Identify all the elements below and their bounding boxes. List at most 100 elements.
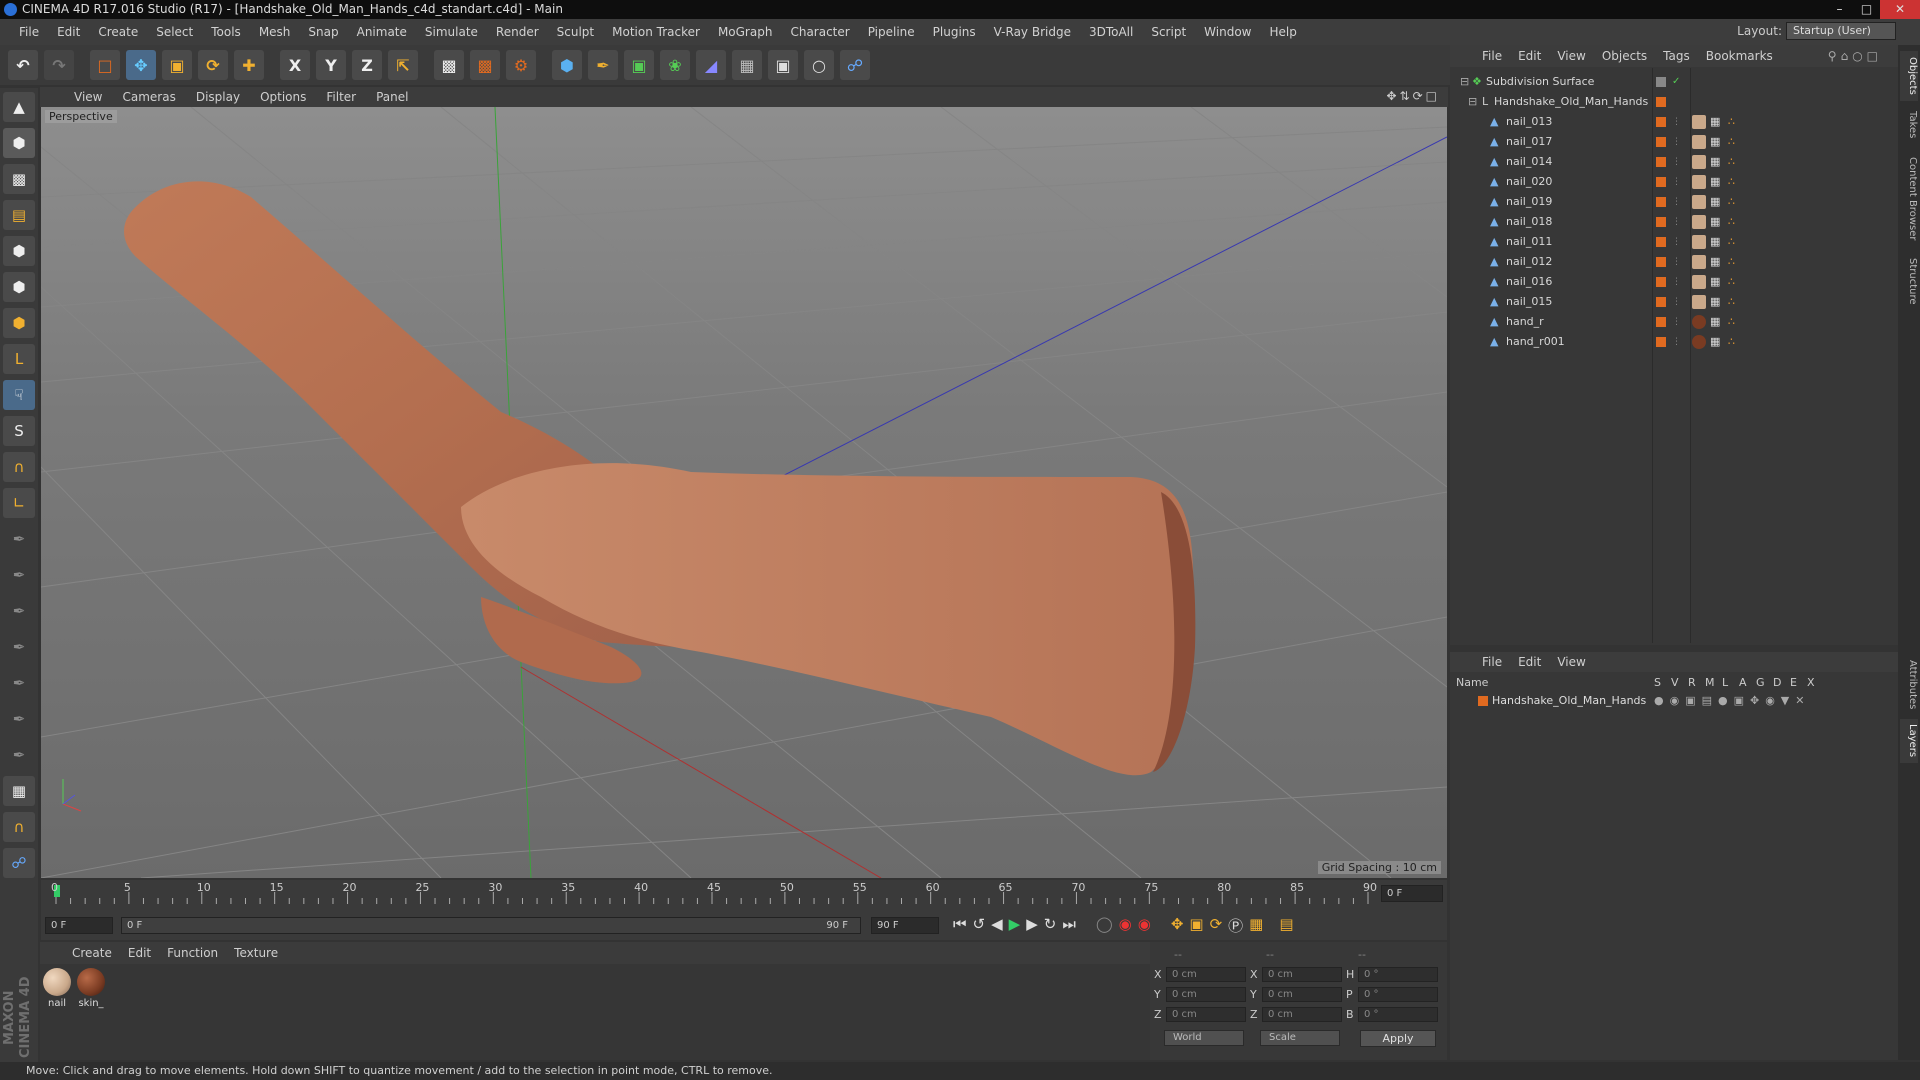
snapping-icon[interactable]: ∩ bbox=[3, 452, 35, 482]
3d-viewport[interactable]: Perspective Grid Spacing : 10 cm bbox=[41, 107, 1447, 878]
menu-simulate[interactable]: Simulate bbox=[416, 25, 487, 39]
material-tag-icon[interactable] bbox=[1692, 335, 1706, 349]
uvw-tag-icon[interactable]: ▦ bbox=[1710, 312, 1720, 332]
material-tag-icon[interactable] bbox=[1692, 275, 1706, 289]
layer-toggle-icons[interactable]: ●◉▣▤●▣✥◉▼✕ bbox=[1654, 692, 1810, 710]
phong-tag-icon[interactable]: ∴ bbox=[1728, 152, 1735, 172]
coordinate-space-select[interactable]: World bbox=[1164, 1030, 1244, 1046]
viewport-nav-icons[interactable]: ✥⇅⟳□ bbox=[1386, 89, 1440, 103]
material-menu-edit[interactable]: Edit bbox=[120, 946, 159, 960]
phong-tag-icon[interactable]: ∴ bbox=[1728, 172, 1735, 192]
frame-range-slider[interactable]: 0 F 90 F bbox=[121, 917, 861, 934]
polygons-mode-icon[interactable]: ⬢ bbox=[3, 308, 35, 338]
uvw-tag-icon[interactable]: ▦ bbox=[1710, 252, 1720, 272]
menu-window[interactable]: Window bbox=[1195, 25, 1260, 39]
object-row[interactable]: ▲ nail_017 ⋮ ▦ ∴ bbox=[1450, 132, 1890, 152]
visibility-dots-icon[interactable]: ⋮ bbox=[1672, 292, 1681, 312]
material-skin[interactable]: skin_ bbox=[76, 968, 106, 1009]
coord-size-x-field[interactable]: 0 cm bbox=[1262, 967, 1342, 982]
texture-mode-icon[interactable]: ▩ bbox=[3, 164, 35, 194]
coord-pos-x-field[interactable]: 0 cm bbox=[1166, 967, 1246, 982]
object-row[interactable]: ▲ nail_013 ⋮ ▦ ∴ bbox=[1450, 112, 1890, 132]
close-button[interactable]: ✕ bbox=[1880, 0, 1920, 19]
go-to-start-icon[interactable]: ⏮ bbox=[953, 915, 967, 936]
floor-icon[interactable]: ▦ bbox=[732, 50, 762, 80]
key-pla-icon[interactable]: ▦ bbox=[1249, 915, 1263, 936]
material-menu-create[interactable]: Create bbox=[64, 946, 120, 960]
obj-menu-file[interactable]: File bbox=[1474, 49, 1510, 63]
sculpt-brush-6-icon[interactable]: ✒ bbox=[3, 704, 35, 734]
key-rotation-icon[interactable]: ⟳ bbox=[1210, 915, 1223, 936]
sculpt-brush-5-icon[interactable]: ✒ bbox=[3, 668, 35, 698]
tab-objects[interactable]: Objects bbox=[1900, 51, 1918, 101]
key-position-icon[interactable]: ✥ bbox=[1171, 915, 1184, 936]
collapse-icon[interactable]: ⊟ bbox=[1460, 72, 1469, 92]
obj-manager-search-icon[interactable]: ⚲⌂○□ bbox=[1820, 49, 1890, 63]
obj-menu-bookmarks[interactable]: Bookmarks bbox=[1698, 49, 1781, 63]
viewport-menu-cameras[interactable]: Cameras bbox=[112, 90, 185, 104]
python-icon[interactable]: ☍ bbox=[840, 50, 870, 80]
coord-pos-y-field[interactable]: 0 cm bbox=[1166, 987, 1246, 1002]
tab-structure[interactable]: Structure bbox=[1900, 253, 1918, 309]
material-menu-texture[interactable]: Texture bbox=[226, 946, 286, 960]
visibility-dots-icon[interactable]: ⋮ bbox=[1672, 332, 1681, 352]
menu-render[interactable]: Render bbox=[487, 25, 548, 39]
play-icon[interactable]: ▶ bbox=[1009, 915, 1021, 936]
model-mode-icon[interactable]: ⬢ bbox=[3, 128, 35, 158]
material-tag-icon[interactable] bbox=[1692, 215, 1706, 229]
menu-motion-tracker[interactable]: Motion Tracker bbox=[603, 25, 709, 39]
transform-icon[interactable]: ✚ bbox=[234, 50, 264, 80]
viewport-menu-view[interactable]: View bbox=[64, 90, 112, 104]
visibility-dots-icon[interactable]: ⋮ bbox=[1672, 132, 1681, 152]
subdivision-surface-icon[interactable]: ▣ bbox=[624, 50, 654, 80]
material-tag-icon[interactable] bbox=[1692, 135, 1706, 149]
menu-tools[interactable]: Tools bbox=[202, 25, 250, 39]
viewport-menu-filter[interactable]: Filter bbox=[316, 90, 366, 104]
phong-tag-icon[interactable]: ∴ bbox=[1728, 272, 1735, 292]
record-icon[interactable]: ◉ bbox=[1119, 915, 1132, 936]
tab-attributes[interactable]: Attributes bbox=[1900, 655, 1918, 715]
menu-script[interactable]: Script bbox=[1142, 25, 1195, 39]
redo-icon[interactable]: ↷ bbox=[44, 50, 74, 80]
visibility-dots-icon[interactable]: ⋮ bbox=[1672, 232, 1681, 252]
render-view-icon[interactable]: ▩ bbox=[434, 50, 464, 80]
menu-animate[interactable]: Animate bbox=[348, 25, 416, 39]
scale-icon[interactable]: ▣ bbox=[162, 50, 192, 80]
menu-3dtoall[interactable]: 3DToAll bbox=[1080, 25, 1142, 39]
object-row[interactable]: ▲ hand_r001 ⋮ ▦ ∴ bbox=[1450, 332, 1890, 352]
coord-rot-b-field[interactable]: 0 ° bbox=[1358, 1007, 1438, 1022]
layer-row[interactable]: Handshake_Old_Man_Hands ●◉▣▤●▣✥◉▼✕ bbox=[1450, 692, 1898, 710]
camera-icon[interactable]: ▣ bbox=[768, 50, 798, 80]
sculpt-brush-7-icon[interactable]: ✒ bbox=[3, 740, 35, 770]
spline-pen-icon[interactable]: ✒ bbox=[588, 50, 618, 80]
previous-key-icon[interactable]: ↺ bbox=[973, 915, 986, 936]
previous-frame-icon[interactable]: ◀ bbox=[991, 915, 1003, 936]
visibility-dots-icon[interactable]: ⋮ bbox=[1672, 272, 1681, 292]
collapse-icon[interactable]: ⊟ bbox=[1468, 92, 1477, 112]
solo-icon[interactable]: S bbox=[3, 416, 35, 446]
sculpt-brush-3-icon[interactable]: ✒ bbox=[3, 596, 35, 626]
go-to-end-icon[interactable]: ⏭ bbox=[1062, 915, 1076, 936]
viewport-menu-panel[interactable]: Panel bbox=[366, 90, 418, 104]
coord-size-y-field[interactable]: 0 cm bbox=[1262, 987, 1342, 1002]
menu-select[interactable]: Select bbox=[147, 25, 202, 39]
obj-menu-view[interactable]: View bbox=[1549, 49, 1593, 63]
phong-tag-icon[interactable]: ∴ bbox=[1728, 332, 1735, 352]
uvw-tag-icon[interactable]: ▦ bbox=[1710, 112, 1720, 132]
object-row[interactable]: ▲ nail_012 ⋮ ▦ ∴ bbox=[1450, 252, 1890, 272]
menu-edit[interactable]: Edit bbox=[48, 25, 89, 39]
minimize-button[interactable]: – bbox=[1826, 0, 1853, 19]
menu-plugins[interactable]: Plugins bbox=[924, 25, 985, 39]
coord-rot-h-field[interactable]: 0 ° bbox=[1358, 967, 1438, 982]
menu-help[interactable]: Help bbox=[1260, 25, 1305, 39]
light-icon[interactable]: ○ bbox=[804, 50, 834, 80]
viewport-menu-options[interactable]: Options bbox=[250, 90, 316, 104]
key-param-icon[interactable]: Ⓟ bbox=[1228, 915, 1243, 936]
phong-tag-icon[interactable]: ∴ bbox=[1728, 232, 1735, 252]
material-nail[interactable]: nail bbox=[42, 968, 72, 1009]
next-key-icon[interactable]: ↻ bbox=[1044, 915, 1057, 936]
apply-button[interactable]: Apply bbox=[1360, 1030, 1436, 1047]
sculpt-brush-2-icon[interactable]: ✒ bbox=[3, 560, 35, 590]
cube-icon[interactable]: ⬢ bbox=[552, 50, 582, 80]
coordinate-system-icon[interactable]: ⇱ bbox=[388, 50, 418, 80]
